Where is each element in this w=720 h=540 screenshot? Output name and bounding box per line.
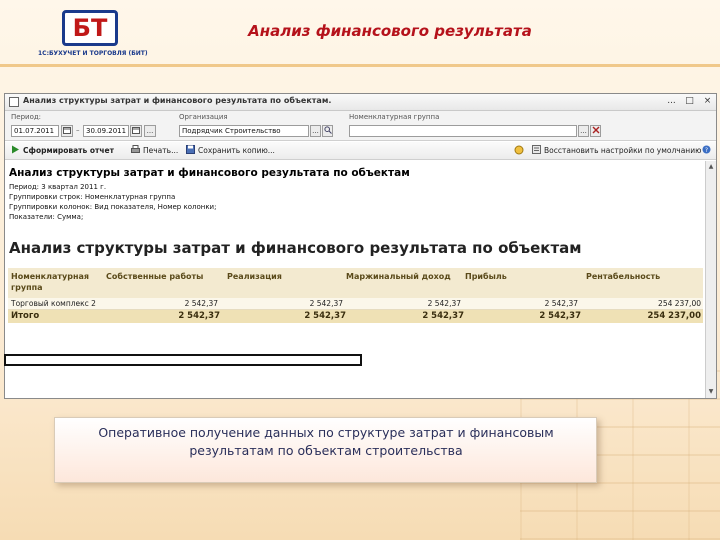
save-copy-button[interactable]: Сохранить копию... [186,145,275,157]
printer-icon [131,145,140,153]
date-to-field[interactable]: 30.09.2011 [83,125,129,137]
svg-text:?: ? [705,147,708,154]
table-row[interactable]: Торговый комплекс 2 2 542,37 2 542,37 2 … [8,298,703,310]
generate-report-button[interactable]: Сформировать отчет [11,145,114,157]
row-value-cell: 2 542,37 [309,299,343,308]
window-menu-button[interactable]: ... [666,96,677,107]
row-name-cell: Торговый комплекс 2 [11,299,96,308]
total-label: Итого [11,311,40,321]
save-copy-label: Сохранить копию... [198,146,275,155]
report-indicators: Показатели: Сумма; [9,213,84,221]
play-icon [12,145,19,154]
calendar-to-button[interactable] [130,125,142,137]
close-button[interactable]: × [702,96,713,107]
report-title: Анализ структуры затрат и финансового ре… [9,239,582,257]
restore-icon [532,145,541,154]
maximize-button[interactable]: □ [684,96,695,107]
period-select-button[interactable]: ... [144,125,156,137]
total-value-cell: 2 542,37 [539,311,581,321]
row-value-cell: 2 542,37 [184,299,218,308]
caption-callout: Оперативное получение данных по структур… [54,417,597,483]
organization-field[interactable]: Подрядчик Строительство [179,125,309,137]
help-icon: ? [702,145,711,154]
window-titlebar: Анализ структуры затрат и финансового ре… [5,94,716,111]
search-icon [323,126,332,134]
generate-report-label: Сформировать отчет [23,146,114,155]
date-from-field[interactable]: 01.07.2011 [11,125,59,137]
settings-icon [514,145,524,155]
period-label: Период: [11,113,42,121]
report-rows-grouping: Группировки строк: Номенклатурная группа [9,193,176,201]
slide-title: Анализ финансового результата [248,22,532,40]
organization-label: Организация [179,113,228,121]
item-group-clear-button[interactable] [590,125,601,137]
row-value-cell: 254 237,00 [658,299,701,308]
column-header-group[interactable]: Номенклатурная группа [11,271,103,293]
scroll-up-icon[interactable]: ▲ [707,163,715,171]
calendar-icon [63,127,71,134]
item-group-label: Номенклатурная группа [349,113,440,121]
clear-icon [592,126,599,134]
parameters-panel: Период: 01.07.2011 – 30.09.2011 ... Орга… [5,111,716,141]
settings-button[interactable] [514,145,524,157]
calendar-from-button[interactable] [61,125,73,137]
report-period-line: Период: 3 квартал 2011 г. [9,183,107,191]
total-value-cell: 254 237,00 [647,311,701,321]
organization-search-button[interactable] [322,125,333,137]
period-dash: – [76,126,80,134]
restore-defaults-label: Восстановить настройки по умолчанию [544,146,702,155]
report-toolbar: Сформировать отчет Печать... Сохранить к… [5,142,716,160]
print-button[interactable]: Печать... [131,145,178,157]
item-group-select-button[interactable]: ... [578,125,589,137]
window-title: Анализ структуры затрат и финансового ре… [23,96,332,105]
print-label: Печать... [143,146,179,155]
column-header-margin[interactable]: Маржинальный доход [346,271,451,282]
window-icon [9,97,19,107]
calendar-icon [132,127,140,134]
restore-defaults-button[interactable]: Восстановить настройки по умолчанию [532,145,701,157]
total-value-cell: 2 542,37 [422,311,464,321]
logo-text: 1С:БУХУЧЕТ И ТОРГОВЛЯ (БИТ) [38,50,148,57]
total-value-cell: 2 542,37 [304,311,346,321]
total-row[interactable]: Итого 2 542,37 2 542,37 2 542,37 2 542,3… [8,310,703,323]
logo-mark: БТ [62,10,118,46]
report-columns-grouping: Группировки колонок: Вид показателя, Ном… [9,203,217,211]
item-group-field[interactable] [349,125,577,137]
vertical-scrollbar[interactable]: ▲ ▼ [705,161,716,398]
table-header: Номенклатурная группа Собственные работы… [8,268,703,298]
row-value-cell: 2 542,37 [544,299,578,308]
company-logo: БТ 1С:БУХУЧЕТ И ТОРГОВЛЯ (БИТ) [38,10,148,58]
column-header-profitability[interactable]: Рентабельность [586,271,660,282]
column-header-profit[interactable]: Прибыль [465,271,507,282]
organization-select-button[interactable]: ... [310,125,321,137]
help-button[interactable]: ? [702,145,711,157]
header-divider [0,64,720,67]
total-value-cell: 2 542,37 [178,311,220,321]
caption-text: Оперативное получение данных по структур… [98,425,554,458]
column-header-own-works[interactable]: Собственные работы [106,271,203,282]
selection-highlight-box [4,354,362,366]
save-icon [186,145,195,154]
scroll-down-icon[interactable]: ▼ [707,388,715,396]
column-header-sales[interactable]: Реализация [227,271,282,282]
row-value-cell: 2 542,37 [427,299,461,308]
report-header: Анализ структуры затрат и финансового ре… [9,167,410,179]
